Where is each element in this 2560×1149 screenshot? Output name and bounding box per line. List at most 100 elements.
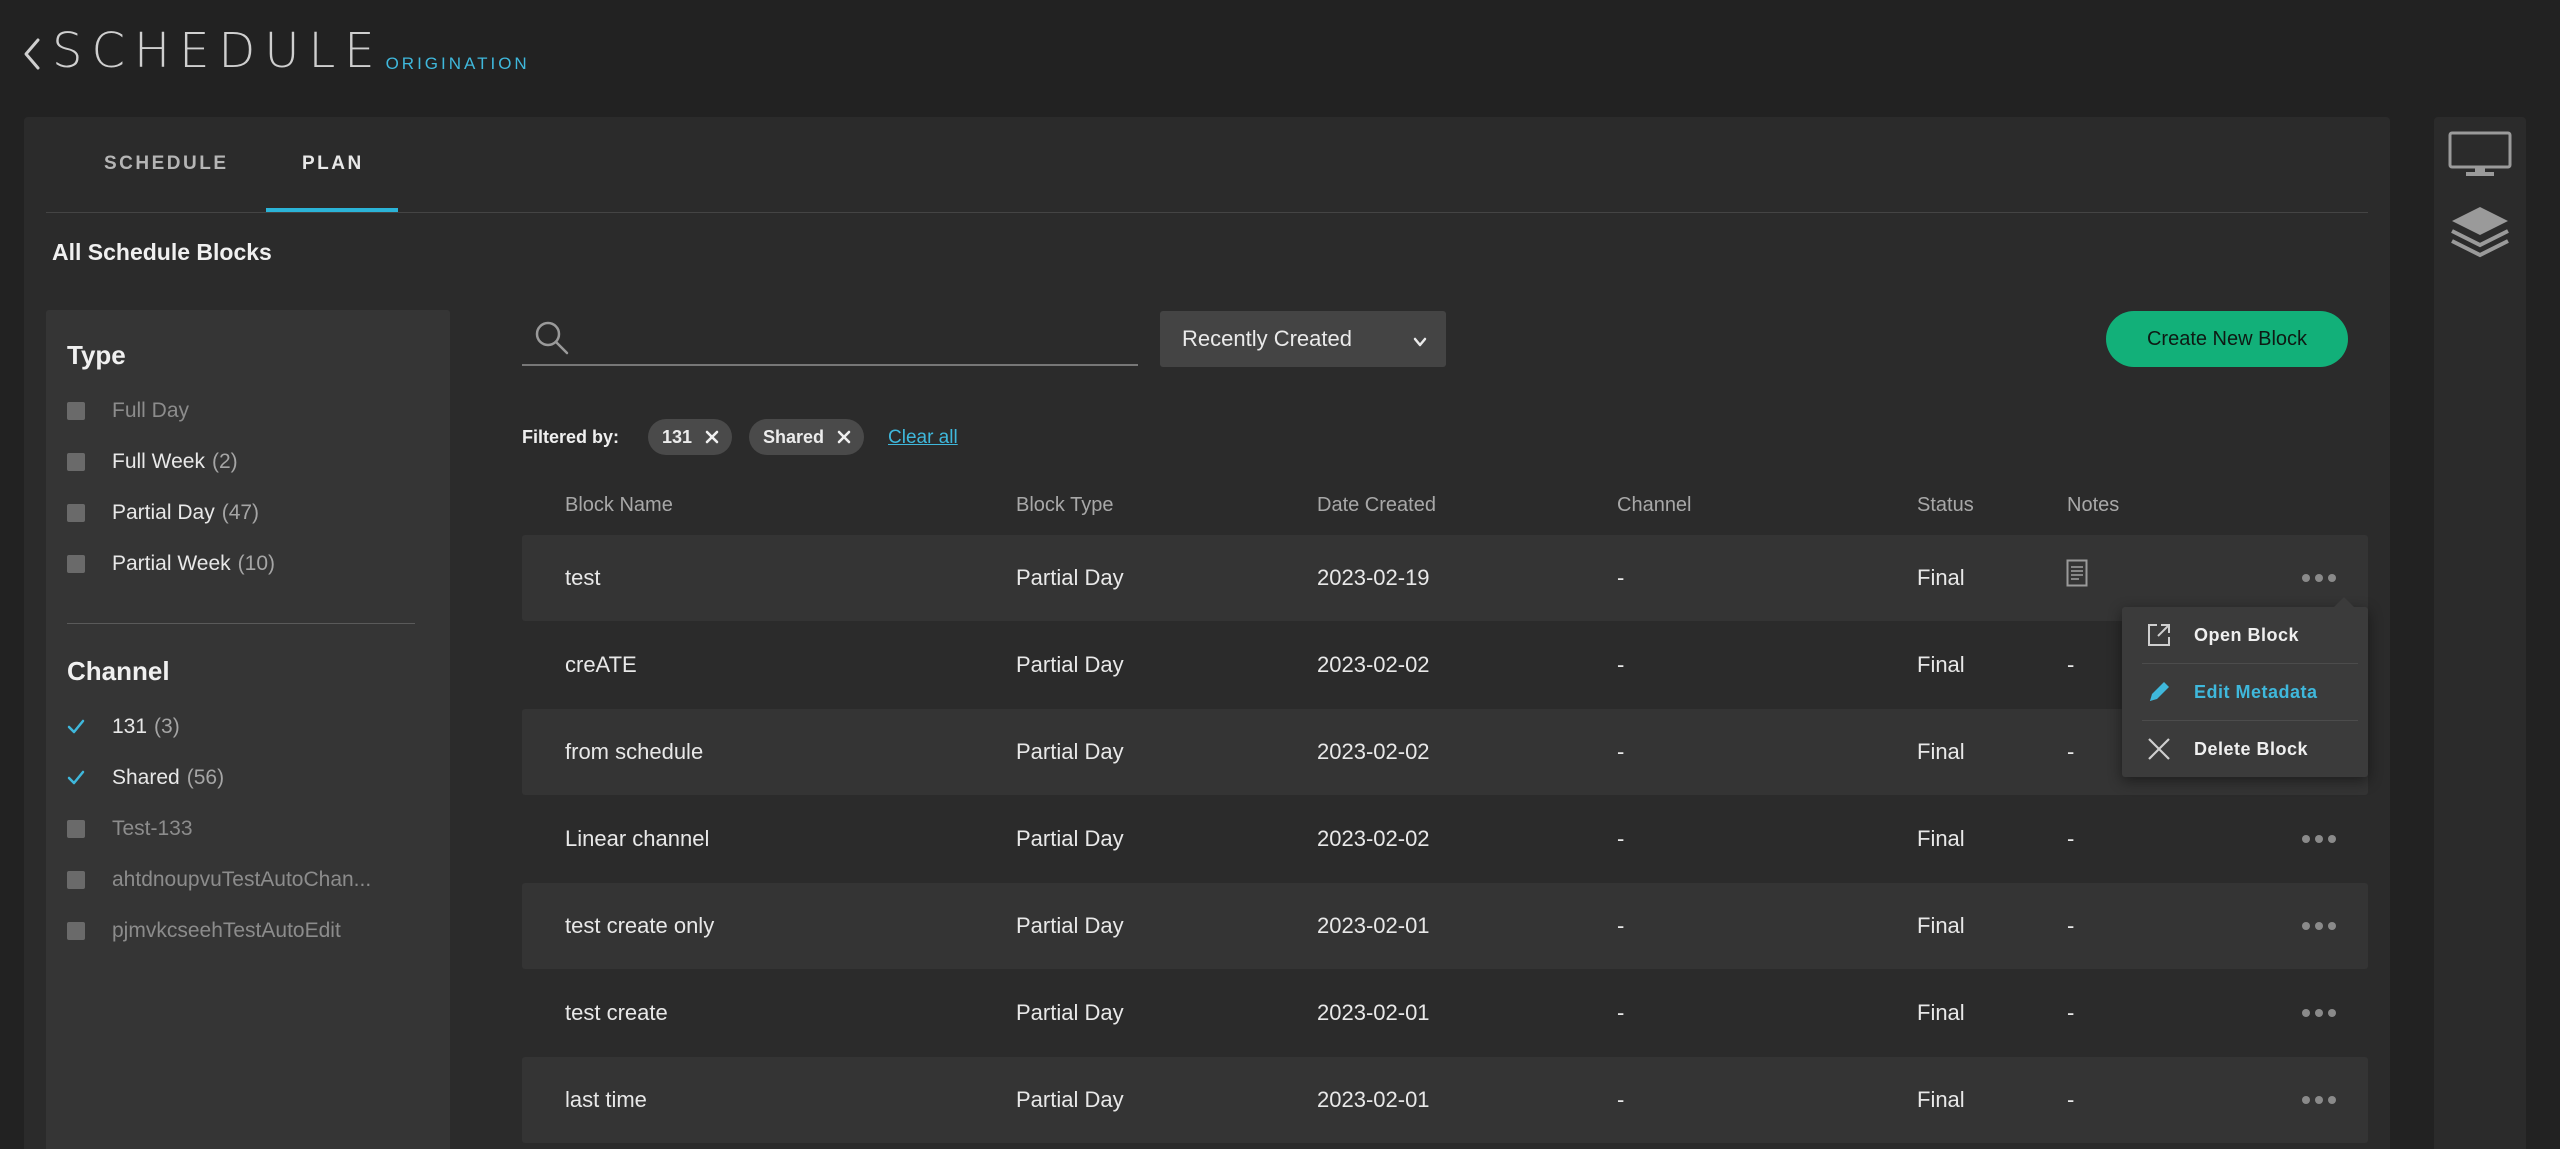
type-filter-title: Type — [67, 340, 126, 370]
chip-label: 131 — [662, 426, 693, 447]
close-icon[interactable] — [704, 429, 720, 445]
cell-date-created: 2023-02-02 — [1317, 652, 1430, 677]
clear-all-link[interactable]: Clear all — [888, 427, 958, 449]
column-header-date-created[interactable]: Date Created — [1317, 494, 1436, 517]
app-title: SCHEDULE — [52, 23, 384, 79]
cell-date-created: 2023-02-01 — [1317, 1000, 1430, 1025]
cell-channel: - — [1617, 1087, 1625, 1112]
channel-filter-131[interactable]: 131 (3) — [67, 712, 180, 742]
cell-block-type: Partial Day — [1016, 565, 1124, 590]
table-row[interactable]: creATE Partial Day 2023-02-02 - Final - — [522, 622, 2368, 708]
column-header-notes[interactable]: Notes — [2067, 494, 2119, 517]
column-header-block-name[interactable]: Block Name — [565, 494, 673, 517]
cell-block-name: test create — [565, 1000, 668, 1025]
checkbox[interactable] — [67, 555, 85, 573]
checkbox[interactable] — [67, 504, 85, 522]
filter-label: 131 — [112, 715, 148, 738]
cell-notes: - — [2067, 913, 2075, 938]
cell-date-created: 2023-02-19 — [1317, 565, 1430, 590]
cell-block-name: from schedule — [565, 739, 704, 764]
layers-icon[interactable] — [2448, 203, 2512, 264]
close-icon[interactable] — [836, 429, 852, 445]
checkbox[interactable] — [67, 453, 85, 471]
type-filter-full-day[interactable]: Full Day — [67, 396, 189, 426]
filter-sidebar: Type Full Day Full Week (2) Partial Day … — [46, 310, 450, 1149]
checkbox[interactable] — [67, 820, 85, 838]
filter-count: (3) — [154, 715, 180, 738]
tab-schedule[interactable]: SCHEDULE — [104, 153, 229, 175]
checkbox[interactable] — [67, 402, 85, 420]
monitor-icon[interactable] — [2448, 131, 2512, 184]
row-context-menu: Open Block Edit Metadata Delete Block — [2122, 597, 2368, 777]
column-header-block-type[interactable]: Block Type — [1016, 494, 1113, 517]
tab-plan[interactable]: PLAN — [302, 153, 364, 175]
table-row[interactable]: test Partial Day 2023-02-19 - Final — [522, 535, 2368, 621]
sidebar-divider — [67, 623, 415, 624]
filter-chip-131[interactable]: 131 — [648, 419, 733, 455]
table-row[interactable]: test create only Partial Day 2023-02-01 … — [522, 883, 2368, 969]
right-rail — [2434, 117, 2526, 1149]
menu-item-edit-metadata[interactable]: Edit Metadata — [2122, 664, 2368, 720]
type-filter-partial-week[interactable]: Partial Week (10) — [67, 549, 275, 579]
cell-block-name: test create only — [565, 913, 715, 938]
cell-block-name: test — [565, 565, 601, 590]
active-tab-indicator — [266, 208, 398, 212]
close-icon — [2144, 734, 2174, 764]
channel-filter-pjmvkcseeh[interactable]: pjmvkcseehTestAutoEdit — [67, 916, 341, 946]
search-input[interactable] — [584, 316, 1124, 360]
cell-status: Final — [1917, 1000, 1965, 1025]
cell-notes: - — [2067, 739, 2075, 764]
table-row[interactable]: from schedule Partial Day 2023-02-02 - F… — [522, 709, 2368, 795]
pencil-icon — [2144, 677, 2174, 707]
channel-filter-ahtdnoupvu[interactable]: ahtdnoupvuTestAutoChan... — [67, 865, 371, 895]
cell-status: Final — [1917, 913, 1965, 938]
cell-status: Final — [1917, 1087, 1965, 1112]
search-bar — [522, 310, 1138, 366]
more-options-icon[interactable] — [2302, 826, 2336, 852]
cell-block-type: Partial Day — [1016, 913, 1124, 938]
cell-date-created: 2023-02-01 — [1317, 913, 1430, 938]
create-new-block-button[interactable]: Create New Block — [2106, 311, 2348, 367]
channel-filter-shared[interactable]: Shared (56) — [67, 763, 224, 793]
app-subtitle: ORIGINATION — [385, 54, 530, 73]
sort-select[interactable]: Recently Created — [1160, 311, 1446, 367]
type-filter-full-week[interactable]: Full Week (2) — [67, 447, 238, 477]
checkbox[interactable] — [67, 922, 85, 940]
channel-filter-test-133[interactable]: Test-133 — [67, 814, 193, 844]
checkmark-icon[interactable] — [67, 769, 85, 787]
filter-label: ahtdnoupvuTestAutoChan... — [112, 868, 372, 891]
menu-item-open-block[interactable]: Open Block — [2122, 607, 2368, 663]
type-filter-partial-day[interactable]: Partial Day (47) — [67, 498, 259, 528]
more-options-icon[interactable] — [2302, 1087, 2336, 1113]
filter-count: (56) — [186, 766, 225, 789]
table-row[interactable]: Linear channel Partial Day 2023-02-02 - … — [522, 796, 2368, 882]
cell-status: Final — [1917, 826, 1965, 851]
sort-selected-value: Recently Created — [1182, 326, 1352, 351]
cell-block-name: creATE — [565, 652, 637, 677]
notes-icon[interactable] — [2066, 559, 2088, 592]
checkbox[interactable] — [67, 871, 85, 889]
filter-count: (10) — [237, 552, 276, 575]
menu-item-delete-block[interactable]: Delete Block — [2122, 721, 2368, 777]
cell-notes: - — [2067, 652, 2075, 677]
cell-date-created: 2023-02-02 — [1317, 739, 1430, 764]
page-title: All Schedule Blocks — [52, 239, 272, 265]
more-options-icon[interactable] — [2302, 565, 2336, 591]
column-header-channel[interactable]: Channel — [1617, 494, 1692, 517]
checkmark-icon[interactable] — [67, 718, 85, 736]
more-options-icon[interactable] — [2302, 913, 2336, 939]
cell-notes: - — [2067, 1087, 2075, 1112]
filter-label: Partial Day — [112, 501, 215, 524]
table-row[interactable]: last time Partial Day 2023-02-01 - Final… — [522, 1057, 2368, 1143]
cell-channel: - — [1617, 826, 1625, 851]
chevron-left-icon[interactable] — [22, 32, 48, 76]
table-row[interactable]: test create Partial Day 2023-02-01 - Fin… — [522, 970, 2368, 1056]
more-options-icon[interactable] — [2302, 1000, 2336, 1026]
cell-channel: - — [1617, 1000, 1625, 1025]
column-header-status[interactable]: Status — [1917, 494, 1974, 517]
filter-chip-shared[interactable]: Shared — [749, 419, 865, 455]
filter-count: (47) — [221, 501, 260, 524]
cell-channel: - — [1617, 652, 1625, 677]
external-link-icon — [2144, 620, 2174, 650]
filter-label: Full Day — [112, 399, 190, 422]
